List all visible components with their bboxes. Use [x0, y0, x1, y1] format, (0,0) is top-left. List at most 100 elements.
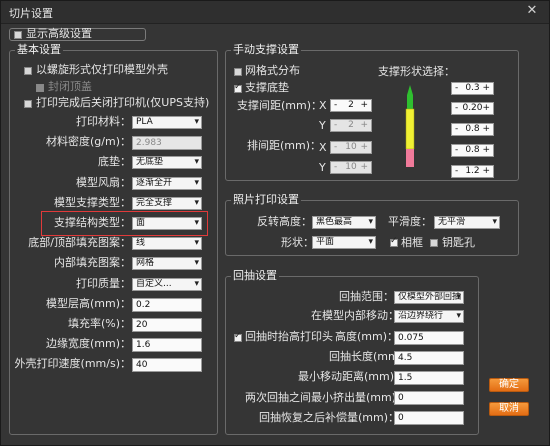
lift-height-label: 高度(mm)：: [335, 330, 399, 343]
support-shape-stepper[interactable]: -0.3 +: [451, 82, 494, 95]
inner-move-select[interactable]: 沿边界绕行: [394, 310, 464, 323]
min-extrude-input[interactable]: 0: [394, 391, 464, 405]
frame-checkbox[interactable]: [390, 236, 398, 247]
basic-row-select[interactable]: 无底垫: [132, 156, 202, 169]
increment-icon[interactable]: +: [360, 100, 368, 111]
row-y-label: Y: [319, 161, 326, 174]
basic-row-select[interactable]: 逐渐全开: [132, 177, 202, 190]
row-spacing-label: 排间距(mm)：: [247, 139, 322, 152]
basic-row-select[interactable]: 网格: [132, 257, 202, 270]
min-move-label: 最小移动距离(mm)：: [298, 370, 406, 383]
support-shape-stepper[interactable]: -1.2 +: [451, 165, 494, 178]
keyhole-checkbox[interactable]: [430, 239, 438, 247]
manual-support-title: 手动支撑设置: [231, 43, 301, 57]
basic-row-select[interactable]: 完全支撑: [132, 197, 202, 210]
basic-row-select[interactable]: PLA: [132, 116, 202, 129]
retract-length-input[interactable]: 4.5: [394, 351, 464, 365]
window-title: 切片设置: [9, 7, 53, 20]
increment-icon[interactable]: +: [482, 103, 490, 114]
basic-settings-title: 基本设置: [15, 43, 63, 57]
basic-row-select[interactable]: 自定义...: [132, 278, 202, 291]
increment-icon[interactable]: +: [482, 83, 490, 94]
lift-head-checkbox[interactable]: [234, 331, 242, 342]
spacing-x-stepper[interactable]: -2 +: [330, 99, 372, 112]
photo-print-title: 照片打印设置: [231, 193, 301, 207]
increment-icon[interactable]: +: [482, 124, 490, 135]
shutdown-checkbox[interactable]: [24, 100, 32, 108]
support-shape-stepper[interactable]: -0.8 +: [451, 144, 494, 157]
support-shape-stepper[interactable]: -0.20 +: [451, 102, 494, 115]
support-shape-stepper[interactable]: -0.8 +: [451, 123, 494, 136]
retract-range-select[interactable]: 仅模型外部回抽: [394, 291, 464, 304]
basic-row-label: 底部/顶部填充图案：: [28, 236, 131, 249]
show-advanced-label[interactable]: 显示高级设置: [26, 27, 92, 41]
basic-row-label: 外壳打印速度(mm/s)：: [14, 357, 131, 370]
grid-distribution-checkbox[interactable]: [234, 68, 242, 76]
compensate-label: 回抽恢复之后补偿量(mm)：: [259, 411, 400, 424]
reverse-height-label: 反转高度：: [257, 215, 312, 228]
basic-row-input[interactable]: 2.983: [132, 136, 202, 150]
shape-label: 形状：: [281, 236, 314, 249]
highlight-box: [41, 211, 208, 236]
basic-row-label: 底垫：: [98, 155, 131, 168]
row-x-label: X: [319, 141, 327, 154]
spacing-y-label: Y: [319, 119, 326, 132]
row-y-stepper[interactable]: -10 +: [330, 161, 372, 174]
basic-row-input[interactable]: 20: [132, 318, 202, 332]
spiral-checkbox[interactable]: [24, 67, 32, 75]
support-body-shape: [405, 108, 415, 150]
spiral-label[interactable]: 以螺旋形式仅打印模型外壳: [36, 63, 168, 77]
shape-select[interactable]: 平面: [312, 236, 376, 249]
basic-row-label: 打印材料：: [76, 115, 131, 128]
increment-icon[interactable]: +: [360, 142, 368, 153]
slice-settings-window: 切片设置 ✕ 显示高级设置 基本设置 以螺旋形式仅打印模型外壳 封闭顶盖 打印完…: [0, 0, 550, 446]
increment-icon[interactable]: +: [482, 166, 490, 177]
spacing-y-stepper[interactable]: -2 +: [330, 119, 372, 132]
lift-height-input[interactable]: 0.075: [394, 331, 464, 345]
increment-icon[interactable]: +: [360, 162, 368, 173]
basic-row-select[interactable]: 线: [132, 237, 202, 250]
title-bar: 切片设置 ✕: [1, 1, 549, 24]
frame-label[interactable]: 相框: [401, 236, 423, 250]
ok-button[interactable]: 确定: [489, 378, 529, 392]
support-base-checkbox[interactable]: [234, 82, 242, 93]
smoothness-label: 平滑度：: [388, 215, 432, 228]
min-move-input[interactable]: 1.5: [394, 371, 464, 385]
seal-top-checkbox[interactable]: [36, 84, 44, 92]
basic-row-label: 模型风扇：: [76, 176, 131, 189]
keyhole-label[interactable]: 钥匙孔: [442, 236, 475, 250]
retract-title: 回抽设置: [231, 269, 279, 283]
retract-range-label: 回抽范围：: [339, 290, 394, 303]
lift-head-label[interactable]: 回抽时抬高打印头: [245, 330, 333, 344]
cancel-button[interactable]: 取消: [489, 402, 529, 416]
basic-row-label: 模型支撑类型：: [54, 196, 131, 209]
shutdown-label[interactable]: 打印完成后关闭打印机(仅UPS支持): [36, 96, 209, 110]
increment-icon[interactable]: +: [360, 120, 368, 131]
basic-row-input[interactable]: 1.6: [132, 338, 202, 352]
support-base-shape: [406, 149, 414, 167]
support-base-label[interactable]: 支撑底垫: [245, 81, 289, 95]
compensate-input[interactable]: 0: [394, 411, 464, 425]
basic-row-label: 模型层高(mm)：: [45, 297, 131, 310]
support-shape-label: 支撑形状选择：: [378, 65, 455, 78]
support-spacing-label: 支撑间距(mm)：: [237, 99, 323, 112]
spacing-x-label: X: [319, 99, 327, 112]
show-advanced-checkbox[interactable]: [14, 31, 22, 39]
smoothness-select[interactable]: 无平滑: [434, 216, 500, 229]
support-tip-shape: [407, 85, 413, 95]
row-x-stepper[interactable]: -10 +: [330, 141, 372, 154]
basic-row-input[interactable]: 0.2: [132, 298, 202, 312]
inner-move-label: 在模型内部移动：: [311, 309, 399, 322]
basic-row-label: 边缘宽度(mm)：: [45, 337, 131, 350]
support-shape-icon: [405, 85, 415, 167]
min-extrude-label: 两次回抽之间最小挤出量(mm)：: [245, 391, 408, 404]
basic-row-input[interactable]: 40: [132, 358, 202, 372]
grid-distribution-label[interactable]: 网格式分布: [245, 64, 300, 78]
reverse-height-select[interactable]: 黑色最高: [312, 216, 376, 229]
support-tip-body: [407, 95, 413, 109]
increment-icon[interactable]: +: [482, 145, 490, 156]
basic-row-label: 填充率(%)：: [67, 317, 131, 330]
seal-top-label[interactable]: 封闭顶盖: [48, 80, 92, 94]
close-icon[interactable]: ✕: [525, 4, 539, 18]
basic-row-label: 内部填充图案：: [54, 256, 131, 269]
